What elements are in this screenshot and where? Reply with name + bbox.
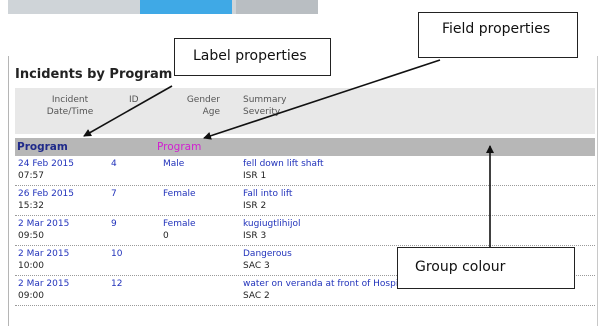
column-header-datetime-line1: Incident [51, 95, 89, 105]
cell-date: 2 Mar 2015 [18, 249, 70, 259]
column-header-severity: Severity [243, 107, 281, 117]
cell-id: 4 [111, 159, 117, 169]
group-row: Program Program [15, 138, 595, 156]
cell-date: 26 Feb 2015 [18, 189, 75, 199]
cell-summary: kugiugtlihijol [243, 219, 301, 229]
cell-severity: SAC 2 [243, 291, 270, 301]
table-row[interactable]: 26 Feb 2015 15:32 7 Female Fall into lif… [15, 186, 595, 216]
cell-time: 09:50 [18, 231, 44, 241]
cell-id: 12 [111, 279, 123, 289]
tab-secondary[interactable] [236, 0, 318, 14]
cell-gender: Female [163, 189, 196, 199]
callout-group-colour-text: Group colour [415, 259, 506, 275]
column-header-id: ID [129, 94, 139, 106]
cell-severity: SAC 3 [243, 261, 270, 271]
top-tab-bar [8, 0, 318, 14]
table-row[interactable]: 2 Mar 2015 09:50 9 Female 0 kugiugtlihij… [15, 216, 595, 246]
cell-severity: ISR 1 [243, 171, 267, 181]
column-header-datetime: Incident Date/Time [45, 94, 95, 118]
tab-active[interactable] [140, 0, 232, 14]
cell-id: 10 [111, 249, 123, 259]
cell-summary: fell down lift shaft [243, 159, 324, 169]
cell-severity: ISR 3 [243, 231, 267, 241]
cell-id: 7 [111, 189, 117, 199]
cell-time: 09:00 [18, 291, 44, 301]
report-title: Incidents by Program [15, 67, 173, 82]
cell-date: 2 Mar 2015 [18, 279, 70, 289]
column-header-summary: Summary [243, 95, 287, 105]
group-label: Program [17, 141, 68, 153]
cell-summary: water on veranda at front of Hospital [243, 279, 410, 289]
cell-time: 10:00 [18, 261, 44, 271]
cell-date: 2 Mar 2015 [18, 219, 70, 229]
column-header-age: Age [202, 107, 220, 117]
cell-time: 07:57 [18, 171, 44, 181]
column-header-gender-age: Gender Age [180, 94, 220, 118]
column-header-id-line1: ID [129, 95, 139, 105]
cell-id: 9 [111, 219, 117, 229]
callout-label-properties-text: Label properties [193, 48, 307, 64]
callout-field-properties-text: Field properties [442, 21, 551, 37]
callout-field-properties: Field properties [418, 12, 578, 58]
cell-severity: ISR 2 [243, 201, 267, 211]
cell-date: 24 Feb 2015 [18, 159, 75, 169]
cell-summary: Dangerous [243, 249, 292, 259]
column-header-datetime-line2: Date/Time [46, 107, 94, 117]
callout-label-properties: Label properties [174, 38, 331, 76]
cell-gender: Female [163, 219, 196, 229]
column-header-row: Incident Date/Time ID Gender Age Summary… [15, 88, 595, 134]
table-row[interactable]: 24 Feb 2015 07:57 4 Male fell down lift … [15, 156, 595, 186]
cell-gender: Male [163, 159, 185, 169]
callout-group-colour: Group colour [397, 247, 575, 289]
cell-summary: Fall into lift [243, 189, 293, 199]
cell-age: 0 [163, 231, 169, 241]
column-header-summary-severity: Summary Severity [243, 94, 287, 118]
group-field: Program [157, 141, 202, 153]
cell-time: 15:32 [18, 201, 44, 211]
column-header-gender: Gender [186, 95, 220, 105]
